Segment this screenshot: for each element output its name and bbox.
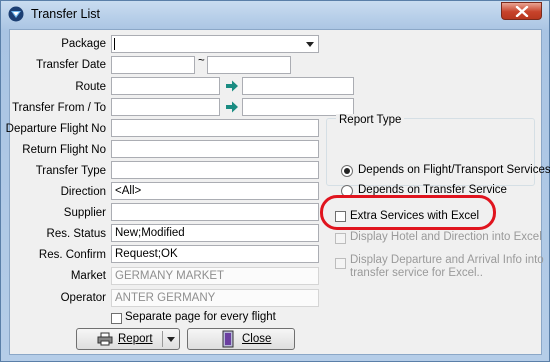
report-button-label: Report — [118, 333, 153, 345]
radio-selected-dot — [344, 168, 350, 174]
arrow-right-icon — [226, 101, 238, 113]
display-hotel-direction-label: Display Hotel and Direction into Excel — [350, 231, 542, 243]
return-flight-no-input[interactable] — [111, 140, 319, 158]
chevron-down-icon[interactable] — [167, 337, 175, 342]
departure-flight-no-input[interactable] — [111, 119, 319, 137]
transfer-list-window: Transfer List Package Transfer Date Rout… — [0, 0, 550, 362]
window-close-button[interactable] — [501, 2, 542, 20]
transfer-date-to-input[interactable] — [207, 56, 291, 74]
highlight-annotation — [320, 195, 496, 230]
transfer-from-to-label: Transfer From / To — [12, 102, 106, 114]
display-departure-arrival-checkbox — [335, 258, 346, 269]
package-combo[interactable] — [111, 35, 319, 53]
transfer-type-label: Transfer Type — [35, 165, 106, 177]
door-exit-icon — [222, 330, 234, 348]
return-flight-no-label: Return Flight No — [22, 144, 106, 156]
window-title: Transfer List — [31, 7, 101, 21]
res-status-input[interactable]: New;Modified — [111, 224, 319, 242]
direction-label: Direction — [60, 186, 106, 198]
departure-flight-no-label: Departure Flight No — [5, 123, 106, 135]
transfer-from-input[interactable] — [111, 98, 220, 116]
app-icon — [8, 6, 24, 22]
transfer-type-input[interactable] — [111, 161, 319, 179]
market-label: Market — [70, 270, 106, 282]
text-cursor — [114, 38, 115, 50]
report-type-title: Report Type — [336, 114, 405, 126]
transfer-date-label: Transfer Date — [36, 59, 106, 71]
route-to-input[interactable] — [242, 77, 354, 95]
report-button[interactable]: Report — [76, 328, 180, 350]
close-icon — [515, 6, 529, 17]
res-confirm-label: Res. Confirm — [38, 249, 106, 261]
route-from-input[interactable] — [111, 77, 220, 95]
package-label: Package — [61, 38, 106, 50]
arrow-right-icon — [226, 80, 238, 92]
direction-input[interactable]: <All> — [111, 182, 319, 200]
title-bar[interactable]: Transfer List — [1, 1, 549, 28]
display-departure-arrival-label-line1: Display Departure and Arrival Info into — [350, 254, 544, 266]
close-button[interactable]: Close — [187, 328, 295, 350]
market-input: GERMANY MARKET — [111, 267, 319, 285]
split-divider — [162, 331, 163, 347]
res-confirm-input[interactable]: Request;OK — [111, 245, 319, 263]
package-dropdown-button[interactable] — [303, 37, 317, 51]
separate-page-label[interactable]: Separate page for every flight — [125, 311, 276, 323]
transfer-date-from-input[interactable] — [111, 56, 195, 74]
printer-icon — [97, 332, 113, 346]
radio-depends-flight-label[interactable]: Depends on Flight/Transport Services — [358, 164, 550, 176]
res-status-label: Res. Status — [46, 228, 106, 240]
close-button-label: Close — [242, 333, 272, 345]
chevron-down-icon — [306, 41, 314, 47]
radio-depends-flight[interactable] — [341, 165, 353, 177]
display-departure-arrival-label-line2: transfer service for Excel.. — [350, 267, 483, 279]
separate-page-checkbox[interactable] — [111, 313, 122, 324]
display-hotel-direction-checkbox — [335, 233, 346, 244]
operator-input: ANTER GERMANY — [111, 289, 319, 307]
route-label: Route — [75, 81, 106, 93]
date-range-separator: ~ — [198, 55, 205, 67]
operator-label: Operator — [60, 292, 106, 304]
supplier-input[interactable] — [111, 203, 319, 221]
supplier-label: Supplier — [63, 207, 106, 219]
